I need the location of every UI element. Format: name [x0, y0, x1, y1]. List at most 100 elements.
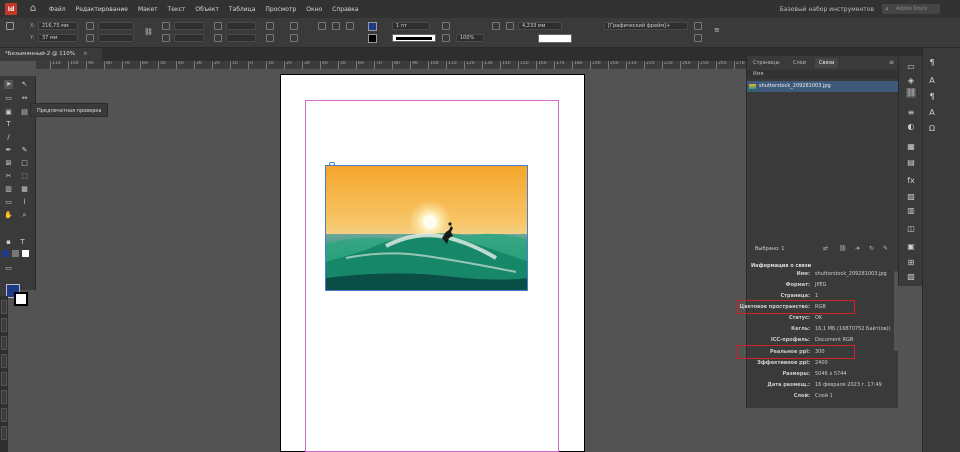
cc-libraries-icon[interactable]: ▤ — [906, 158, 916, 168]
stroke-type-select[interactable] — [392, 34, 436, 42]
distribute-icon[interactable] — [694, 34, 702, 42]
apply-none-icon[interactable] — [22, 250, 29, 257]
hand-tool-icon[interactable]: ✋ — [4, 211, 13, 220]
align-panel-icon[interactable]: ▥ — [906, 206, 916, 216]
scissors-tool-icon[interactable]: ✂ — [4, 172, 13, 181]
scale-x-field[interactable] — [174, 22, 204, 30]
apply-color-icon[interactable] — [2, 250, 9, 257]
clear-override-icon[interactable] — [694, 22, 702, 30]
tab-links[interactable]: Связи — [815, 58, 839, 68]
link-row[interactable]: shutterstock_209281003.jpg — [747, 81, 899, 92]
close-tab-icon[interactable]: × — [83, 51, 88, 57]
y-position-field[interactable]: 37 мм — [38, 34, 78, 42]
content-collector-icon[interactable]: ▣ — [4, 108, 13, 117]
drop-shadow-icon[interactable] — [442, 22, 450, 30]
rotation-field[interactable] — [226, 22, 256, 30]
fitting-icon[interactable] — [506, 22, 514, 30]
tab-layers[interactable]: Слои — [789, 58, 810, 68]
stroke-panel-icon[interactable]: ≡ — [906, 108, 916, 118]
rotate-icon[interactable] — [214, 22, 222, 30]
apply-gradient-icon[interactable] — [12, 250, 19, 257]
opacity-field[interactable]: 100% — [456, 34, 484, 42]
menu-help[interactable]: Справка — [332, 6, 358, 13]
layers-panel-icon[interactable]: ◈ — [906, 76, 916, 86]
flip-vertical-icon[interactable] — [290, 34, 298, 42]
shear-field[interactable] — [226, 34, 256, 42]
rectangle-tool-icon[interactable]: □ — [20, 159, 29, 168]
gap-tool-icon[interactable]: ↔ — [20, 94, 29, 103]
stroke-color-box[interactable] — [14, 292, 28, 306]
gradient-panel-icon[interactable]: ▧ — [906, 272, 916, 282]
line-tool-icon[interactable]: / — [4, 133, 13, 142]
shear-icon[interactable] — [214, 34, 222, 42]
type-tool-icon[interactable]: T — [4, 120, 13, 129]
menu-file[interactable]: Файл — [49, 6, 66, 13]
height-icon[interactable] — [86, 34, 94, 42]
width-icon[interactable] — [86, 22, 94, 30]
rectangle-frame-tool-icon[interactable]: ⊠ — [4, 159, 13, 168]
placed-image-frame[interactable] — [325, 165, 528, 291]
formatting-affects-text-icon[interactable]: T — [18, 238, 27, 247]
collapsed-tab-3[interactable] — [1, 336, 7, 350]
reference-point-icon[interactable] — [6, 22, 14, 30]
stroke-swatch[interactable] — [368, 34, 377, 43]
paragraph-panel-icon[interactable]: ¶ — [927, 58, 937, 68]
go-to-link-icon[interactable]: ➜ — [855, 245, 860, 252]
direct-selection-tool-icon[interactable]: ↖ — [20, 80, 29, 89]
object-style-select[interactable]: [Графический фрейм]+ — [604, 22, 688, 30]
collapsed-tab-6[interactable] — [1, 390, 7, 404]
menu-edit[interactable]: Редактирование — [76, 6, 128, 13]
select-container-icon[interactable] — [318, 22, 326, 30]
preflight-panel[interactable]: Предпечатная проверка — [30, 103, 108, 117]
x-position-field[interactable]: 216,75 мм — [38, 22, 78, 30]
width-field[interactable] — [98, 22, 134, 30]
dimension-field[interactable]: 4,233 мм — [518, 22, 562, 30]
screen-mode-icon[interactable]: ▭ — [4, 264, 13, 273]
glyphs-panel-icon[interactable]: Ω — [927, 124, 937, 134]
collapsed-tab-8[interactable] — [1, 426, 7, 440]
fill-swatch[interactable] — [368, 22, 377, 31]
scale-y-icon[interactable] — [162, 34, 170, 42]
swatches-panel-icon[interactable]: ▦ — [906, 142, 916, 152]
selection-tool-icon[interactable]: ➤ — [4, 80, 13, 89]
content-placer-icon[interactable]: ▤ — [20, 108, 29, 117]
menu-object[interactable]: Объект — [195, 6, 218, 13]
free-transform-tool-icon[interactable]: ⬚ — [20, 172, 29, 181]
scale-y-field[interactable] — [174, 34, 204, 42]
rotate-90-ccw-icon[interactable] — [266, 34, 274, 42]
relink-icon[interactable]: ⛓ — [839, 245, 847, 252]
scale-x-icon[interactable] — [162, 22, 170, 30]
pages-panel-icon[interactable]: ▭ — [906, 62, 916, 72]
update-link-icon[interactable]: ↻ — [869, 245, 874, 252]
collapsed-tab-4[interactable] — [1, 354, 7, 368]
menu-layout[interactable]: Макет — [138, 6, 158, 13]
horizontal-ruler[interactable]: 110 100 90 80 70 60 50 40 30 20 10 0 10 20 30 40 50 60 70 8… — [36, 61, 746, 70]
height-field[interactable] — [98, 34, 134, 42]
corner-preview[interactable] — [538, 34, 572, 43]
content-grabber-handle[interactable] — [329, 162, 335, 166]
note-tool-icon[interactable]: ▭ — [4, 198, 13, 207]
select-content-icon[interactable] — [332, 22, 340, 30]
gradient-tool-icon[interactable]: ▥ — [4, 185, 13, 194]
text-wrap-panel-icon[interactable]: ▨ — [906, 192, 916, 202]
collapsed-tab-1[interactable] — [1, 300, 7, 314]
name-column-header[interactable]: Имя — [747, 70, 899, 79]
home-icon[interactable]: ⌂ — [27, 3, 39, 15]
object-styles-icon[interactable]: ▣ — [906, 242, 916, 252]
pen-tool-icon[interactable]: ✒ — [4, 146, 13, 155]
constrain-proportions-icon[interactable]: ⛓ — [144, 28, 153, 36]
page-tool-icon[interactable]: ▭ — [4, 94, 13, 103]
links-panel-icon[interactable]: ⛓ — [906, 88, 916, 98]
collapsed-tab-5[interactable] — [1, 372, 7, 386]
workspace-switcher[interactable]: Базовый набор инструментов — [780, 6, 874, 13]
relink-cc-icon[interactable]: ⇄ — [823, 245, 828, 252]
document-tab[interactable]: *Безымянный-2 @ 110% × — [0, 48, 102, 61]
panel-menu-icon[interactable]: ≡ — [714, 26, 722, 34]
tab-pages[interactable]: Страницы — [749, 58, 784, 68]
formatting-affects-container-icon[interactable]: ▪ — [4, 238, 13, 247]
collapsed-tab-7[interactable] — [1, 408, 7, 422]
edit-original-icon[interactable]: ✎ — [883, 245, 888, 252]
character-styles-icon[interactable]: A — [927, 108, 937, 118]
stroke-weight-field[interactable]: 1 пт — [392, 22, 430, 30]
select-previous-icon[interactable] — [346, 22, 354, 30]
